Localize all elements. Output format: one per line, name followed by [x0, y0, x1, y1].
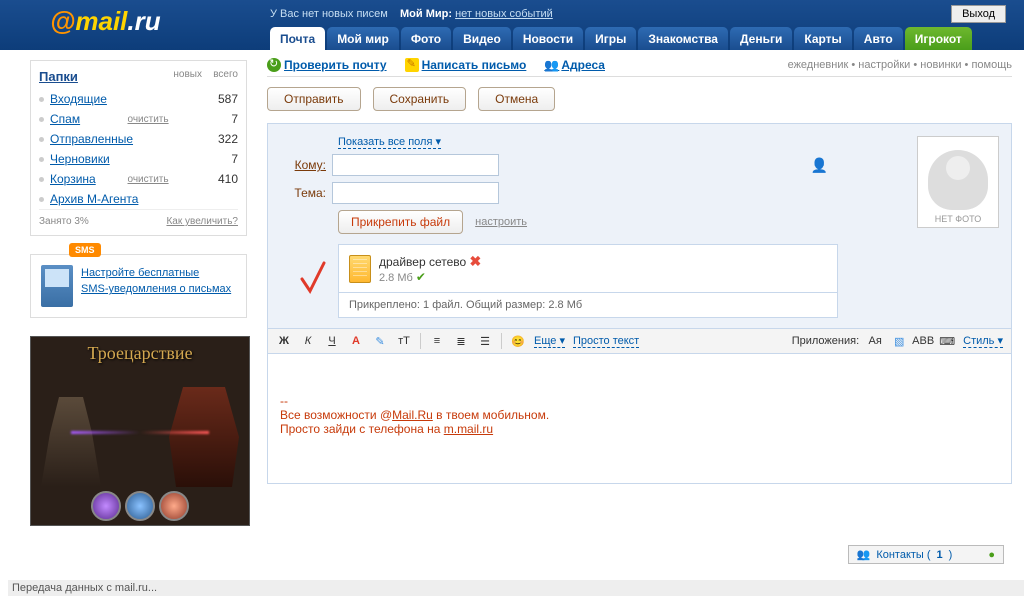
subject-label: Тема:	[280, 186, 332, 200]
folder-drafts[interactable]: Черновики	[50, 152, 202, 166]
contacts-bar[interactable]: 👥 Контакты (1) ●	[848, 545, 1004, 564]
folder-trash[interactable]: Корзина	[50, 172, 125, 186]
compose-actions: Отправить Сохранить Отмена	[267, 87, 1012, 111]
text-color-icon[interactable]: A	[348, 333, 364, 349]
cancel-button[interactable]: Отмена	[478, 87, 555, 111]
contacts-icon	[544, 58, 558, 72]
tab-money[interactable]: Деньги	[730, 27, 792, 50]
tab-myworld[interactable]: Мой мир	[327, 27, 399, 50]
align-center-icon[interactable]: ≣	[453, 333, 469, 349]
app-spellcheck-icon[interactable]: ABB	[915, 333, 931, 349]
tab-auto[interactable]: Авто	[854, 27, 903, 50]
check-mail-link[interactable]: Проверить почту	[267, 58, 387, 72]
tab-games[interactable]: Игры	[585, 27, 636, 50]
compose-icon	[405, 58, 419, 72]
tab-video[interactable]: Видео	[453, 27, 511, 50]
attach-configure[interactable]: настроить	[475, 216, 527, 228]
attachments-box: драйвер сетево ✖ 2.8 Мб ✔ Прикреплено: 1…	[338, 244, 838, 318]
subject-input[interactable]	[332, 182, 499, 204]
bold-icon[interactable]: Ж	[276, 333, 292, 349]
contacts-icon: 👥	[857, 548, 871, 561]
editor-toolbar: Ж К Ч A ✎ тТ ≡ ≣ ☰ 😊 Еще ▾ Просто текст …	[267, 329, 1012, 354]
refresh-icon	[267, 58, 281, 72]
to-input[interactable]	[332, 154, 499, 176]
align-left-icon[interactable]: ≡	[429, 333, 445, 349]
clear-spam[interactable]: очистить	[128, 114, 203, 125]
sms-badge: SMS	[69, 243, 101, 257]
emoji-icon[interactable]: 😊	[510, 333, 526, 349]
quota-increase-link[interactable]: Как увеличить?	[166, 216, 238, 227]
tab-dating[interactable]: Знакомства	[638, 27, 728, 50]
highlight-icon[interactable]: ✎	[372, 333, 388, 349]
remove-attachment-icon[interactable]: ✖	[470, 253, 482, 269]
main-tabs: Почта Мой мир Фото Видео Новости Игры Зн…	[270, 27, 972, 50]
save-button[interactable]: Сохранить	[373, 87, 467, 111]
tab-maps[interactable]: Карты	[794, 27, 851, 50]
tab-photo[interactable]: Фото	[401, 27, 451, 50]
to-label[interactable]: Кому:	[280, 158, 332, 172]
folder-agent-archive[interactable]: Архив M-Агента	[50, 192, 238, 206]
folder-spam[interactable]: Спам	[50, 112, 125, 126]
list-icon[interactable]: ☰	[477, 333, 493, 349]
send-button[interactable]: Отправить	[267, 87, 361, 111]
zip-file-icon	[349, 255, 371, 283]
check-icon: ✔	[416, 270, 426, 284]
compose-form: Показать все поля ▾ Кому: 👤 Тема: Прикре…	[267, 123, 1012, 329]
my-world-link[interactable]: нет новых событий	[455, 8, 553, 20]
attach-button[interactable]: Прикрепить файл	[338, 210, 463, 234]
game-ad[interactable]: Троецарствие	[30, 336, 250, 526]
phone-icon	[41, 265, 73, 307]
app-translit-icon[interactable]: Aя	[867, 333, 883, 349]
font-size-icon[interactable]: тТ	[396, 333, 412, 349]
italic-icon[interactable]: К	[300, 333, 316, 349]
attachment-summary: Прикреплено: 1 файл. Общий размер: 2.8 М…	[339, 292, 837, 317]
attachment-item: драйвер сетево ✖ 2.8 Мб ✔	[339, 245, 837, 292]
folders-title[interactable]: Папки	[39, 69, 166, 84]
sms-promo[interactable]: SMS Настройте бесплатныеSMS-уведомления …	[30, 254, 247, 318]
clear-trash[interactable]: очистить	[128, 174, 203, 185]
online-status-icon: ●	[988, 549, 995, 561]
header-right-links[interactable]: ежедневник • настройки • новинки • помощ…	[788, 59, 1012, 71]
folders-panel: Папки новых всего Входящие587 Спамочисти…	[30, 60, 247, 236]
message-body[interactable]: -- Все возможности @Mail.Ru в твоем моби…	[267, 354, 1012, 484]
tab-igrokot[interactable]: Игрокот	[905, 27, 972, 50]
sms-link[interactable]: Настройте бесплатныеSMS-уведомления о пи…	[81, 267, 231, 295]
tab-mail[interactable]: Почта	[270, 27, 325, 50]
main-content: Проверить почту Написать письмо Адреса е…	[255, 50, 1024, 580]
avatar-placeholder[interactable]: НЕТ ФОТО	[917, 136, 999, 228]
header-status: У Вас нет новых писем Мой Мир: нет новых…	[270, 8, 553, 20]
editor-style[interactable]: Стиль ▾	[963, 334, 1003, 348]
mail-toolbar: Проверить почту Написать письмо Адреса е…	[267, 58, 1012, 72]
status-bar: Передача данных с mail.ru...	[8, 580, 1024, 596]
contact-picker-icon[interactable]: 👤	[811, 157, 828, 174]
logo[interactable]: @mail.ru	[50, 6, 161, 37]
sidebar: Папки новых всего Входящие587 Спамочисти…	[0, 50, 255, 580]
checkmark-annotation	[298, 259, 328, 302]
folder-sent[interactable]: Отправленные	[50, 132, 202, 146]
header: @mail.ru У Вас нет новых писем Мой Мир: …	[0, 0, 1024, 50]
folder-inbox[interactable]: Входящие	[50, 92, 202, 106]
show-all-fields[interactable]: Показать все поля ▾	[338, 136, 441, 149]
editor-plain[interactable]: Просто текст	[573, 335, 639, 348]
ad-title: Троецарствие	[31, 337, 249, 370]
exit-button[interactable]: Выход	[951, 5, 1006, 23]
sig-mobile-link[interactable]: m.mail.ru	[444, 422, 493, 436]
tab-news[interactable]: Новости	[513, 27, 583, 50]
avatar-icon	[928, 150, 988, 210]
addresses-link[interactable]: Адреса	[544, 58, 605, 72]
underline-icon[interactable]: Ч	[324, 333, 340, 349]
compose-link[interactable]: Написать письмо	[405, 58, 527, 72]
editor-more[interactable]: Еще ▾	[534, 334, 565, 348]
app-virtual-kbd-icon[interactable]: ⌨	[939, 333, 955, 349]
app-postcard-icon[interactable]: ▧	[891, 333, 907, 349]
sig-mailru-link[interactable]: Mail.Ru	[392, 408, 433, 422]
